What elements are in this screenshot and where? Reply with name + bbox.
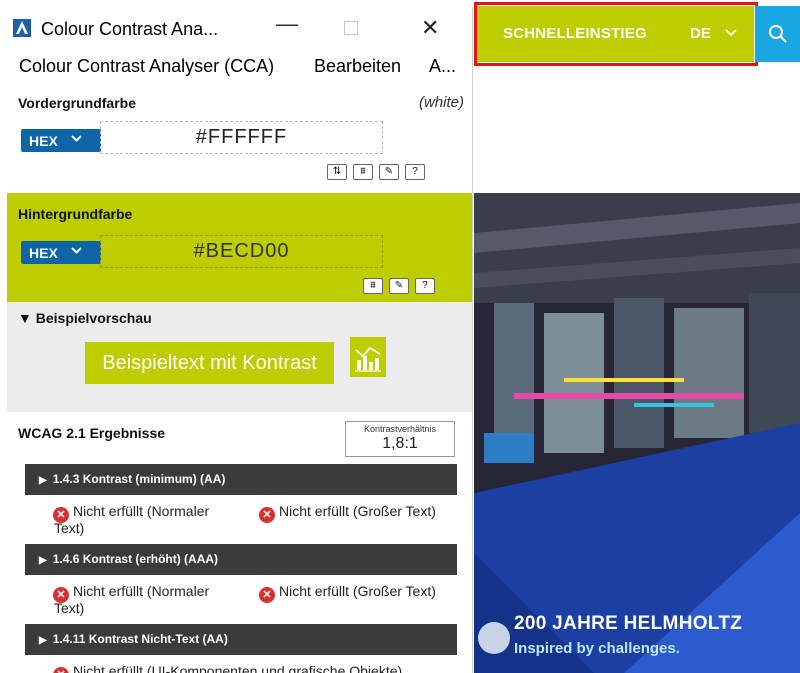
title-bar[interactable]: Colour Contrast Ana... — ✕	[7, 7, 472, 47]
result-label: Nicht erfüllt (Normaler	[73, 503, 210, 519]
search-icon	[769, 25, 787, 43]
background-hex-input[interactable]: #BECD00	[100, 235, 383, 268]
maximize-button[interactable]	[344, 21, 358, 35]
expand-arrow-icon: ▶	[39, 475, 47, 486]
criterion-1-4-11[interactable]: ▶ 1.4.11 Kontrast Nicht-Text (AA)	[25, 624, 457, 655]
result-large-text: ✕ Nicht erfüllt (Großer Text)	[259, 503, 436, 523]
background-section: Hintergrundfarbe HEX #BECD00 ⩩ ✎ ?	[7, 193, 472, 302]
result-label: Nicht erfüllt (Normaler	[73, 583, 210, 599]
cca-window: Colour Contrast Ana... — ✕ Colour Contra…	[7, 7, 473, 673]
minimize-button[interactable]: —	[276, 11, 298, 37]
help-icon[interactable]: ?	[405, 164, 425, 180]
chart-preview-icon	[350, 337, 386, 377]
criterion-1-4-6[interactable]: ▶ 1.4.6 Kontrast (erhöht) (AAA)	[25, 544, 457, 575]
contrast-ratio-value: 1,8:1	[382, 435, 418, 452]
results-section: WCAG 2.1 Ergebnisse Kontrastverhältnis 1…	[7, 412, 472, 673]
result-label: Nicht erfüllt (UI-Komponenten und grafis…	[73, 663, 403, 673]
format-label: HEX	[29, 245, 58, 261]
chevron-down-icon	[71, 132, 82, 146]
menu-bar: Colour Contrast Analyser (CCA) Bearbeite…	[7, 51, 472, 81]
app-icon	[13, 19, 31, 37]
criterion-label: 1.4.6 Kontrast (erhöht) (AAA)	[52, 552, 219, 566]
background-tools: ⩩ ✎ ?	[363, 278, 435, 294]
hero-subtitle: Inspired by challenges.	[514, 640, 680, 657]
preview-toggle[interactable]: ▼ Beispielvorschau	[18, 310, 152, 326]
lab-photo	[474, 193, 800, 673]
fail-icon: ✕	[259, 507, 275, 523]
help-icon[interactable]: ?	[415, 278, 435, 294]
sliders-icon[interactable]: ⩩	[363, 278, 383, 294]
expand-arrow-icon: ▶	[39, 555, 47, 566]
swap-colors-icon[interactable]: ⇅	[327, 164, 347, 180]
background-format-select[interactable]: HEX	[21, 241, 101, 264]
menu-app[interactable]: Colour Contrast Analyser (CCA)	[19, 56, 274, 77]
chevron-down-icon	[71, 244, 82, 258]
window-title: Colour Contrast Ana...	[41, 19, 219, 39]
contrast-ratio-label: Kontrastverhältnis	[363, 424, 437, 434]
result-normal-text-cont: Text)	[54, 600, 85, 616]
expand-arrow-icon: ▶	[39, 635, 47, 646]
eyedropper-icon[interactable]: ✎	[379, 164, 399, 180]
foreground-label: Vordergrundfarbe	[18, 95, 136, 111]
menu-edit[interactable]: Bearbeiten	[314, 56, 401, 77]
criterion-1-4-3[interactable]: ▶ 1.4.3 Kontrast (minimum) (AA)	[25, 464, 457, 495]
foreground-format-select[interactable]: HEX	[21, 129, 101, 152]
fail-icon: ✕	[53, 667, 69, 673]
result-large-text: ✕ Nicht erfüllt (Großer Text)	[259, 583, 436, 603]
result-label: Nicht erfüllt (Großer Text)	[279, 583, 436, 599]
foreground-section: Vordergrundfarbe (white) HEX #FFFFFF ⇅ ⩩…	[7, 89, 472, 193]
result-normal-text-cont: Text)	[54, 520, 85, 536]
criterion-label: 1.4.11 Kontrast Nicht-Text (AA)	[52, 632, 228, 646]
preview-section: ▼ Beispielvorschau Beispieltext mit Kont…	[7, 302, 472, 412]
foreground-color-name: (white)	[418, 94, 464, 111]
search-button[interactable]	[755, 6, 800, 62]
criterion-label: 1.4.3 Kontrast (minimum) (AA)	[52, 472, 226, 486]
sample-text-preview: Beispieltext mit Kontrast	[85, 342, 334, 384]
menu-more[interactable]: A...	[429, 56, 456, 77]
hero-image: 200 JAHRE HELMHOLTZ Inspired by challeng…	[474, 193, 800, 673]
website-view: SCHNELLEINSTIEG DE 200 JAHRE HELMHOLTZ I…	[474, 0, 800, 673]
format-label: HEX	[29, 133, 58, 149]
result-label: Nicht erfüllt (Großer Text)	[279, 503, 436, 519]
hero-title: 200 JAHRE HELMHOLTZ	[514, 613, 743, 634]
fail-icon: ✕	[259, 587, 275, 603]
background-label: Hintergrundfarbe	[18, 206, 133, 222]
foreground-tools: ⇅ ⩩ ✎ ?	[327, 164, 425, 180]
results-title: WCAG 2.1 Ergebnisse	[18, 425, 166, 441]
highlight-frame	[474, 2, 758, 66]
contrast-ratio-box: Kontrastverhältnis 1,8:1	[345, 421, 455, 457]
result-ui-components: ✕ Nicht erfüllt (UI-Komponenten und grafi…	[53, 663, 402, 673]
eyedropper-icon[interactable]: ✎	[389, 278, 409, 294]
sliders-icon[interactable]: ⩩	[353, 164, 373, 180]
foreground-hex-input[interactable]: #FFFFFF	[100, 121, 383, 154]
close-button[interactable]: ✕	[421, 15, 439, 41]
